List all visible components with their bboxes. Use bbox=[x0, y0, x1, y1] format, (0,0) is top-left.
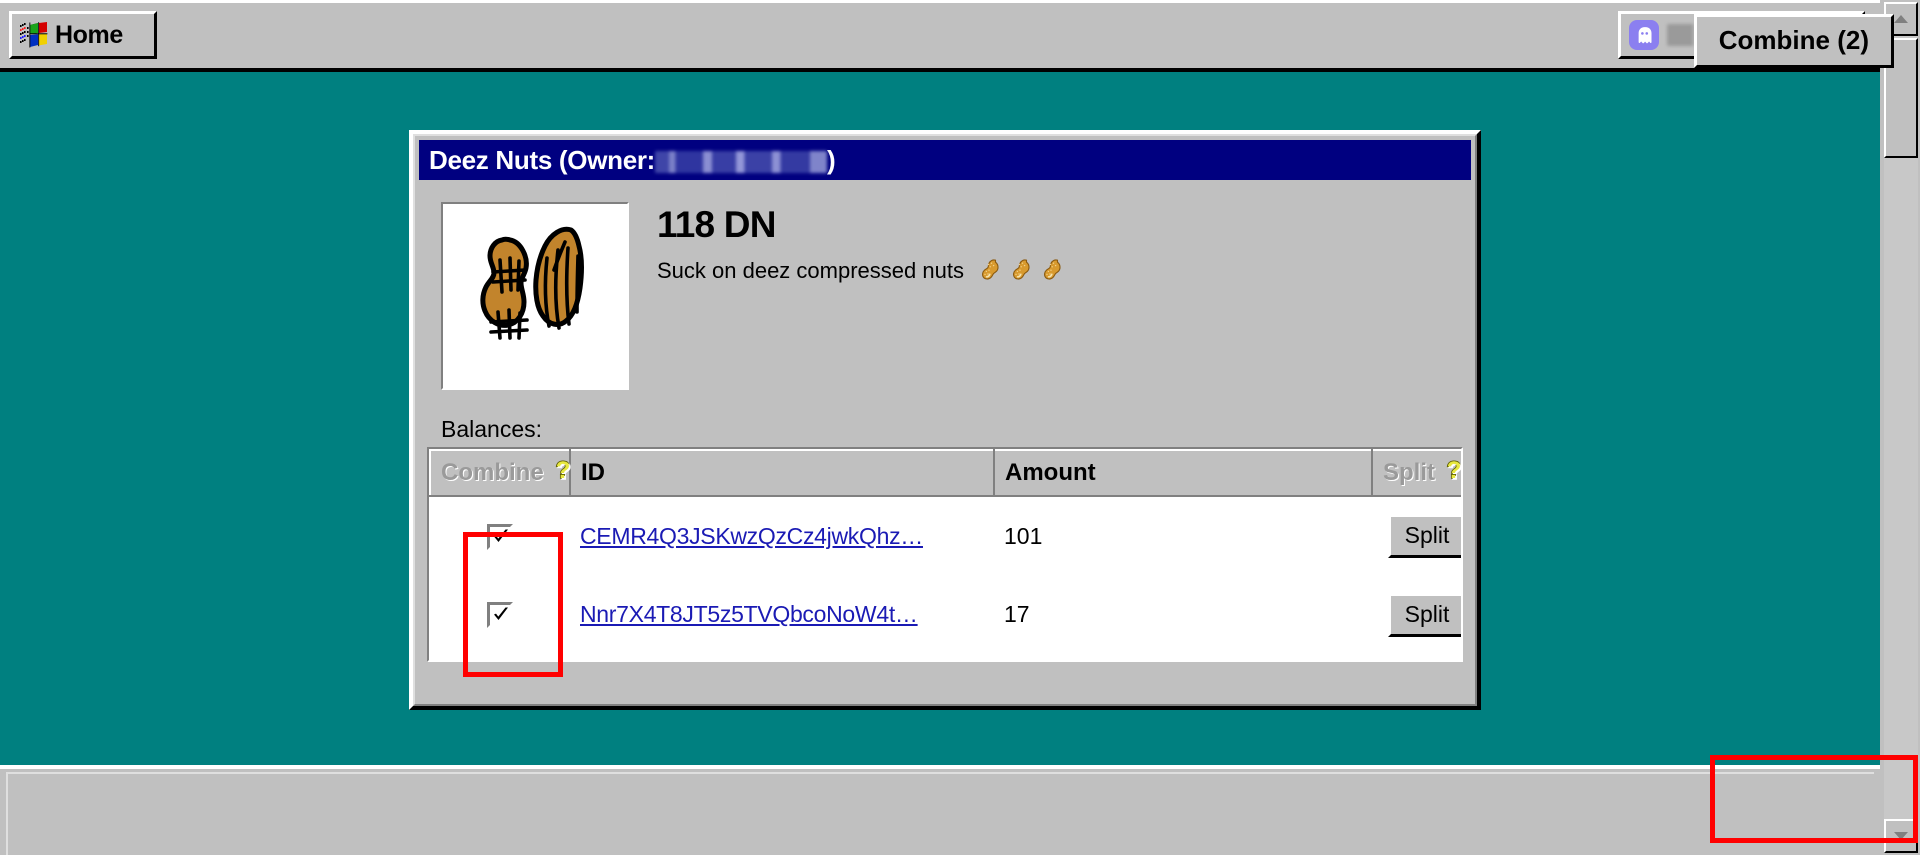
token-image bbox=[441, 202, 629, 390]
column-header-id-label: ID bbox=[581, 459, 605, 486]
column-header-split-label: Split bbox=[1383, 459, 1435, 486]
window-title-prefix: Deez Nuts (Owner: bbox=[429, 144, 656, 175]
peanut-icon bbox=[979, 257, 1003, 286]
cell-amount: 17 bbox=[994, 575, 1372, 654]
scrollbar-down-button[interactable] bbox=[1884, 819, 1918, 853]
help-question-icon[interactable]: ? bbox=[552, 456, 574, 490]
column-header-combine[interactable]: Combine ? bbox=[429, 449, 571, 497]
combine-checkbox[interactable] bbox=[487, 602, 513, 629]
token-meta: 118 DN Suck on deez compressed nuts bbox=[657, 202, 1065, 390]
combine-checkbox[interactable] bbox=[487, 523, 513, 550]
home-button-label: Home bbox=[55, 20, 123, 49]
window-titlebar: Deez Nuts (Owner:) bbox=[419, 140, 1471, 180]
column-header-amount-label: Amount bbox=[1005, 459, 1096, 486]
balance-id-link[interactable]: CEMR4Q3JSKwzQzCz4jwkQhz… bbox=[580, 523, 923, 549]
vertical-scrollbar[interactable] bbox=[1880, 0, 1920, 855]
ghost-avatar-icon bbox=[1629, 20, 1659, 50]
cell-combine-checkbox bbox=[430, 575, 570, 654]
home-button[interactable]: Home bbox=[9, 11, 157, 59]
screen-root: Home Deez Nuts (Owner:) 118 DN Suck on d… bbox=[0, 0, 1920, 855]
taskbar: Home bbox=[0, 0, 1920, 72]
cell-id: Nnr7X4T8JT5z5TVQbcoNoW4t… bbox=[570, 575, 994, 654]
cell-amount: 101 bbox=[994, 496, 1372, 575]
cell-combine-checkbox bbox=[430, 496, 570, 575]
windows-flag-icon bbox=[20, 22, 48, 48]
svg-text:?: ? bbox=[555, 457, 570, 483]
token-header: 118 DN Suck on deez compressed nuts bbox=[419, 180, 1471, 390]
split-button[interactable]: Split bbox=[1387, 514, 1461, 558]
balances-table-head: Combine ? ID Amount Split ? bbox=[429, 449, 1462, 497]
table-row: CEMR4Q3JSKwzQzCz4jwkQhz… 101 Split bbox=[430, 496, 1461, 575]
table-row: Nnr7X4T8JT5z5TVQbcoNoW4t… 17 Split bbox=[430, 575, 1461, 654]
column-header-combine-label: Combine bbox=[441, 459, 544, 486]
peanut-icon bbox=[1041, 257, 1065, 286]
window-title-suffix: ) bbox=[827, 144, 836, 175]
bottom-action-bar-inner bbox=[6, 772, 1874, 855]
arrow-down-icon bbox=[1894, 832, 1908, 840]
svg-text:?: ? bbox=[1447, 457, 1462, 483]
combine-button[interactable]: Combine (2) bbox=[1693, 14, 1894, 68]
cell-split: Split bbox=[1372, 496, 1461, 575]
token-name: 118 DN bbox=[657, 204, 776, 245]
home-button-content: Home bbox=[20, 22, 123, 48]
balance-id-link[interactable]: Nnr7X4T8JT5z5TVQbcoNoW4t… bbox=[580, 601, 918, 627]
column-header-amount[interactable]: Amount bbox=[993, 449, 1373, 497]
column-header-split[interactable]: Split ? bbox=[1371, 449, 1462, 497]
window-title-owner-redacted bbox=[655, 151, 828, 174]
app-window: Deez Nuts (Owner:) 118 DN Suck on deez c… bbox=[409, 130, 1481, 710]
column-header-id[interactable]: ID bbox=[569, 449, 995, 497]
token-description: Suck on deez compressed nuts bbox=[657, 258, 964, 284]
window-title: Deez Nuts (Owner:) bbox=[429, 144, 836, 175]
balances-table: Combine ? ID Amount Split ? CEMR4Q3JSKwz… bbox=[429, 449, 1462, 654]
help-question-icon[interactable]: ? bbox=[1443, 456, 1462, 490]
token-description-row: Suck on deez compressed nuts bbox=[657, 257, 1065, 286]
balances-label: Balances: bbox=[441, 416, 543, 442]
table-header-row: Combine ? ID Amount Split ? bbox=[429, 449, 1462, 497]
bottom-action-bar bbox=[0, 765, 1880, 855]
cell-id: CEMR4Q3JSKwzQzCz4jwkQhz… bbox=[570, 496, 994, 575]
split-button[interactable]: Split bbox=[1387, 592, 1461, 637]
app-window-inner: Deez Nuts (Owner:) 118 DN Suck on deez c… bbox=[413, 134, 1477, 706]
arrow-up-icon bbox=[1894, 15, 1908, 23]
cell-split: Split bbox=[1372, 575, 1461, 654]
peanut-icon bbox=[1010, 257, 1034, 286]
peanut-emoji-group bbox=[979, 257, 1065, 286]
balances-table-container: Combine ? ID Amount Split ? CEMR4Q3JSKwz… bbox=[427, 447, 1463, 662]
balances-table-body: CEMR4Q3JSKwzQzCz4jwkQhz… 101 Split Nnr7X… bbox=[430, 496, 1461, 654]
